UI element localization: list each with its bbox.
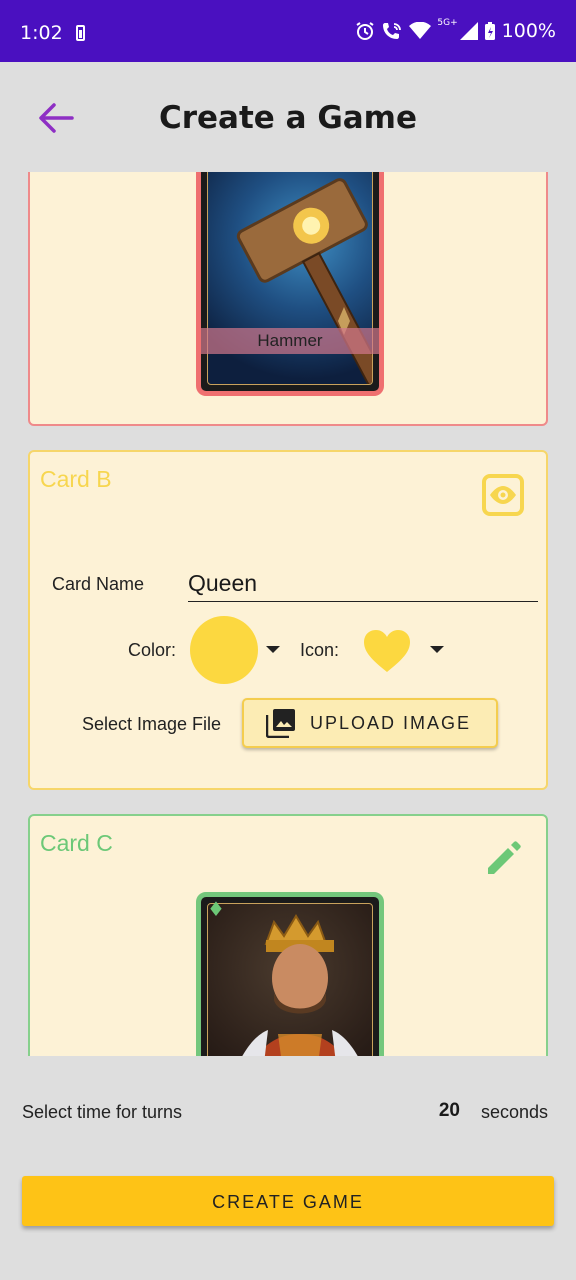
wifi-icon bbox=[409, 22, 432, 39]
icon-label: Icon: bbox=[300, 640, 340, 660]
alarm-icon bbox=[356, 22, 374, 40]
card-name-row: Card Name bbox=[52, 564, 538, 604]
image-label: Select Image File bbox=[82, 714, 222, 734]
card-name-label: Card Name bbox=[52, 574, 145, 594]
cards-list[interactable]: ♣ Hammer Card B Card Name Color: Icon: bbox=[0, 172, 576, 1056]
card-a-label: Hammer bbox=[201, 328, 379, 354]
battery-percent: 100% bbox=[501, 20, 556, 42]
turn-time-value[interactable]: 20 bbox=[439, 1100, 460, 1122]
card-name-field[interactable] bbox=[188, 564, 538, 602]
battery-icon bbox=[484, 22, 495, 40]
diamond-icon: ♦ bbox=[207, 897, 225, 921]
wifi-call-icon bbox=[383, 23, 402, 39]
card-name-input[interactable] bbox=[188, 564, 538, 601]
turn-time-unit: seconds bbox=[480, 1102, 548, 1122]
turn-time-label: Select time for turns bbox=[22, 1102, 183, 1122]
network-type: 5G+ bbox=[437, 18, 458, 28]
color-swatch[interactable] bbox=[190, 616, 258, 684]
status-icons: 5G+ 100% bbox=[355, 18, 556, 42]
page-title: Create a Game bbox=[158, 100, 418, 136]
heart-icon[interactable] bbox=[362, 628, 412, 674]
photo-library-icon bbox=[266, 709, 295, 738]
create-game-button[interactable]: CREATE GAME bbox=[22, 1176, 554, 1226]
pencil-icon[interactable] bbox=[482, 838, 524, 880]
color-label: Color: bbox=[128, 640, 177, 660]
app-bar: Create a Game bbox=[0, 62, 576, 172]
turn-time-row: Select time for turns 20 seconds bbox=[22, 1100, 548, 1128]
battery-saver-icon bbox=[76, 25, 85, 41]
color-dropdown-caret[interactable] bbox=[266, 646, 280, 653]
card-a-panel: ♣ Hammer bbox=[28, 172, 548, 426]
card-c-title: Card C bbox=[40, 830, 113, 856]
icon-dropdown-caret[interactable] bbox=[430, 646, 444, 653]
card-b-panel: Card B Card Name Color: Icon: Select Ima… bbox=[28, 450, 548, 790]
king-image bbox=[207, 903, 373, 1056]
image-row: Select Image File UPLOAD IMAGE bbox=[30, 698, 550, 750]
upload-image-button[interactable]: UPLOAD IMAGE bbox=[242, 698, 498, 748]
status-bar: 1:02 5G+ 100% bbox=[0, 0, 576, 62]
card-c-panel: Card C ♦ bbox=[28, 814, 548, 1056]
color-icon-row: Color: Icon: bbox=[30, 614, 550, 684]
card-a-preview[interactable]: ♣ Hammer bbox=[196, 172, 384, 396]
card-c-preview[interactable]: ♦ bbox=[196, 892, 384, 1056]
upload-image-label: UPLOAD IMAGE bbox=[310, 712, 472, 733]
eye-icon[interactable] bbox=[482, 474, 524, 516]
status-time: 1:02 bbox=[20, 22, 63, 44]
card-b-title: Card B bbox=[40, 466, 112, 492]
club-icon: ♣ bbox=[207, 172, 225, 174]
signal-icon bbox=[459, 22, 478, 40]
